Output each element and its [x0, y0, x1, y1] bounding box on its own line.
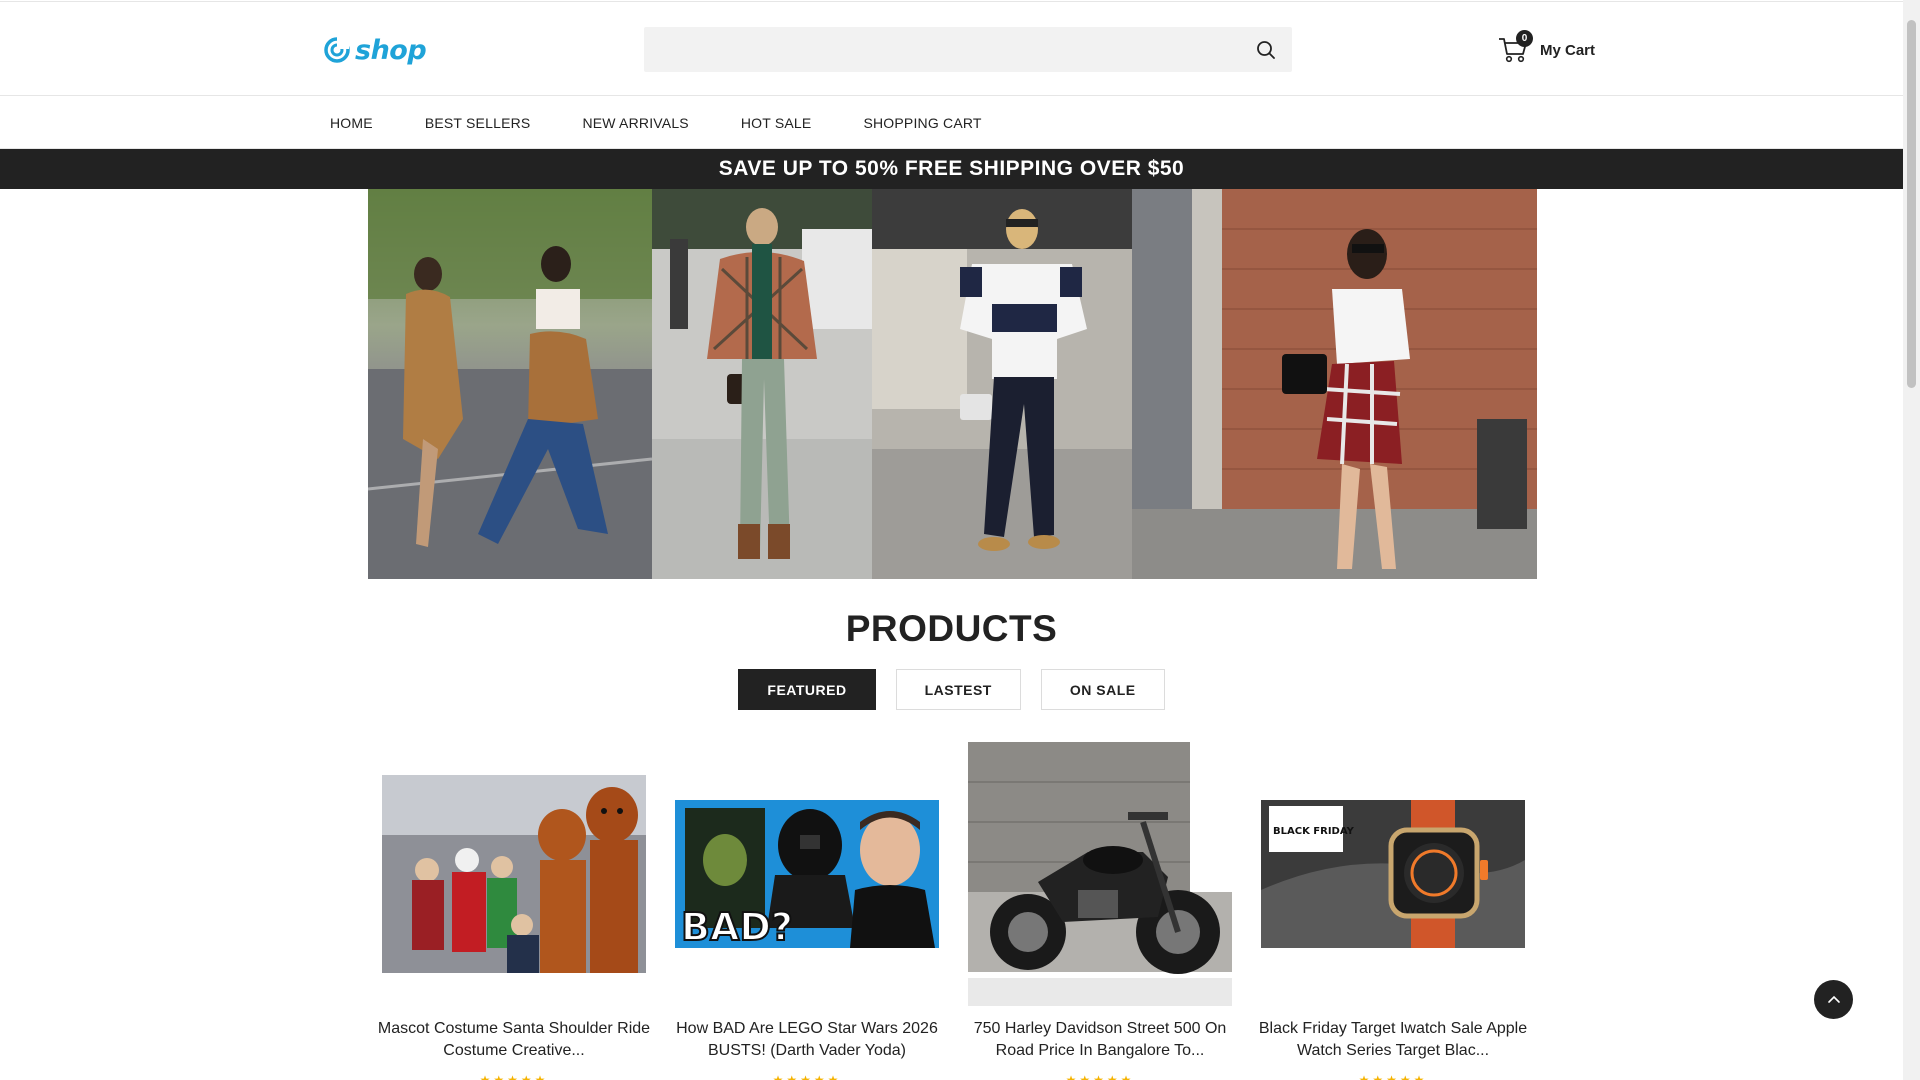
site-logo[interactable]: shop — [322, 32, 427, 68]
page-scrollbar[interactable] — [1903, 0, 1920, 1080]
search-bar — [644, 27, 1292, 72]
product-image-apple-watch[interactable]: BLACK FRIDAY — [1261, 800, 1525, 948]
nav-item-best-sellers[interactable]: BEST SELLERS — [425, 115, 531, 131]
tab-on-sale[interactable]: ON SALE — [1040, 669, 1165, 710]
product-rating: ★★★★★ — [1358, 1073, 1428, 1080]
promo-text: SAVE UP TO 50% FREE SHIPPING OVER $50 — [718, 157, 1185, 180]
product-rating: ★★★★★ — [479, 1073, 549, 1080]
hero-photo-poncho — [652, 189, 872, 579]
logo-swirl-icon — [324, 37, 350, 63]
black-friday-thumbnail-text: BLACK FRIDAY — [1273, 826, 1355, 837]
nav-item-new-arrivals[interactable]: NEW ARRIVALS — [582, 115, 688, 131]
hero-photo-striped-top — [872, 189, 1132, 579]
cart-icon-wrap: 0 — [1497, 30, 1533, 67]
cart-button[interactable]: 0 My Cart — [1497, 30, 1595, 70]
main-nav: HOME BEST SELLERS NEW ARRIVALS HOT SALE … — [0, 97, 1903, 149]
product-title[interactable]: Black Friday Target Iwatch Sale Apple Wa… — [1255, 1018, 1531, 1062]
product-title[interactable]: Mascot Costume Santa Shoulder Ride Costu… — [376, 1018, 652, 1062]
back-to-top-button[interactable] — [1814, 980, 1853, 1019]
hero-banner[interactable] — [368, 189, 1537, 579]
cart-label: My Cart — [1540, 41, 1596, 59]
hero-photo-street-women — [368, 189, 652, 579]
products-title: PRODUCTS — [845, 608, 1058, 649]
product-title[interactable]: How BAD Are LEGO Star Wars 2026 BUSTS! (… — [669, 1018, 945, 1062]
hero-photo-brick-wall — [1132, 189, 1537, 579]
scrollbar-thumb[interactable] — [1907, 20, 1916, 388]
search-input[interactable] — [644, 27, 1292, 72]
product-tabs: FEATURED LASTEST ON SALE — [0, 669, 1903, 710]
product-card[interactable]: Mascot Costume Santa Shoulder Ride Costu… — [378, 740, 650, 1080]
product-image-harley-davidson[interactable] — [968, 742, 1232, 1006]
product-image-mascot-costume[interactable] — [382, 775, 646, 973]
product-grid: Mascot Costume Santa Shoulder Ride Costu… — [378, 740, 1527, 1080]
promo-banner: SAVE UP TO 50% FREE SHIPPING OVER $50 — [0, 149, 1903, 189]
lego-thumbnail-text: BAD? — [681, 905, 793, 948]
product-card[interactable]: BLACK FRIDAY Black Friday Target Iwatch … — [1259, 740, 1527, 1080]
product-title[interactable]: 750 Harley Davidson Street 500 On Road P… — [962, 1018, 1238, 1062]
tab-lastest[interactable]: LASTEST — [895, 669, 1021, 710]
nav-item-hot-sale[interactable]: HOT SALE — [741, 115, 812, 131]
cart-count-badge: 0 — [1516, 30, 1533, 47]
chevron-up-icon — [1827, 995, 1840, 1003]
nav-item-home[interactable]: HOME — [330, 115, 373, 131]
logo-text: shop — [355, 34, 427, 66]
site-header: shop 0 My Cart — [0, 1, 1903, 96]
product-card[interactable]: 750 Harley Davidson Street 500 On Road P… — [968, 740, 1232, 1080]
product-card[interactable]: BAD? How BAD Are LEGO Star Wars 2026 BUS… — [675, 740, 939, 1080]
nav-list: HOME BEST SELLERS NEW ARRIVALS HOT SALE … — [330, 97, 1034, 149]
product-rating: ★★★★★ — [772, 1073, 842, 1080]
tab-featured[interactable]: FEATURED — [738, 669, 876, 710]
search-button[interactable] — [1254, 38, 1278, 62]
search-icon — [1257, 41, 1275, 59]
product-rating: ★★★★★ — [1065, 1073, 1135, 1080]
nav-item-shopping-cart[interactable]: SHOPPING CART — [863, 115, 981, 131]
product-image-lego-busts[interactable]: BAD? — [675, 800, 939, 948]
